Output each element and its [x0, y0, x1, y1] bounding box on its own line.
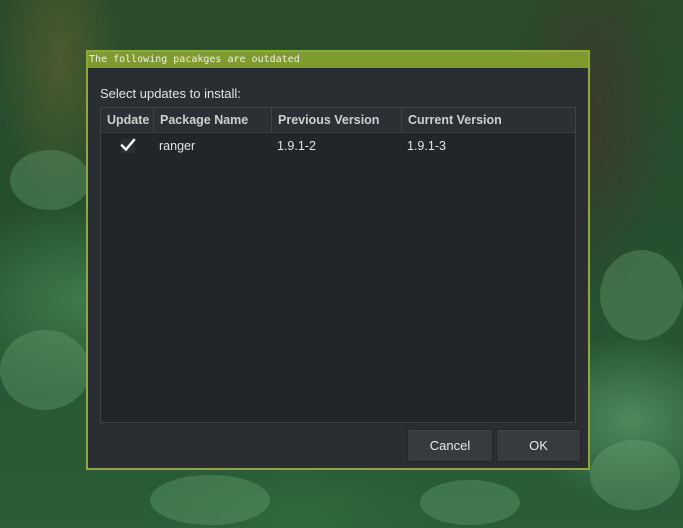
update-dialog: The following pacakges are outdated Sele… [86, 50, 590, 470]
fern-decoration [0, 330, 90, 410]
column-header-update[interactable]: Update [101, 108, 154, 132]
fern-decoration [590, 440, 680, 510]
select-updates-label: Select updates to install: [100, 86, 241, 101]
ok-button[interactable]: OK [496, 429, 581, 462]
dialog-titlebar[interactable]: The following pacakges are outdated [88, 52, 588, 68]
previous-version-cell: 1.9.1-2 [277, 139, 316, 153]
fern-decoration [420, 480, 520, 525]
column-header-previous-version[interactable]: Previous Version [272, 108, 402, 132]
update-checkbox[interactable] [119, 138, 136, 153]
package-name-cell: ranger [159, 139, 196, 153]
current-version-cell: 1.9.1-3 [407, 139, 446, 153]
updates-table: Update Package Name Previous Version Cur… [100, 107, 576, 423]
column-header-package-name[interactable]: Package Name [154, 108, 272, 132]
fern-decoration [10, 150, 90, 210]
fern-decoration [600, 250, 683, 340]
update-cell [101, 133, 154, 159]
table-row[interactable]: ranger 1.9.1-2 1.9.1-3 [101, 133, 575, 159]
column-header-current-version[interactable]: Current Version [402, 108, 575, 132]
checkmark-icon [119, 138, 136, 152]
fern-decoration [150, 475, 270, 525]
cancel-button[interactable]: Cancel [407, 429, 493, 462]
table-header: Update Package Name Previous Version Cur… [101, 108, 575, 133]
